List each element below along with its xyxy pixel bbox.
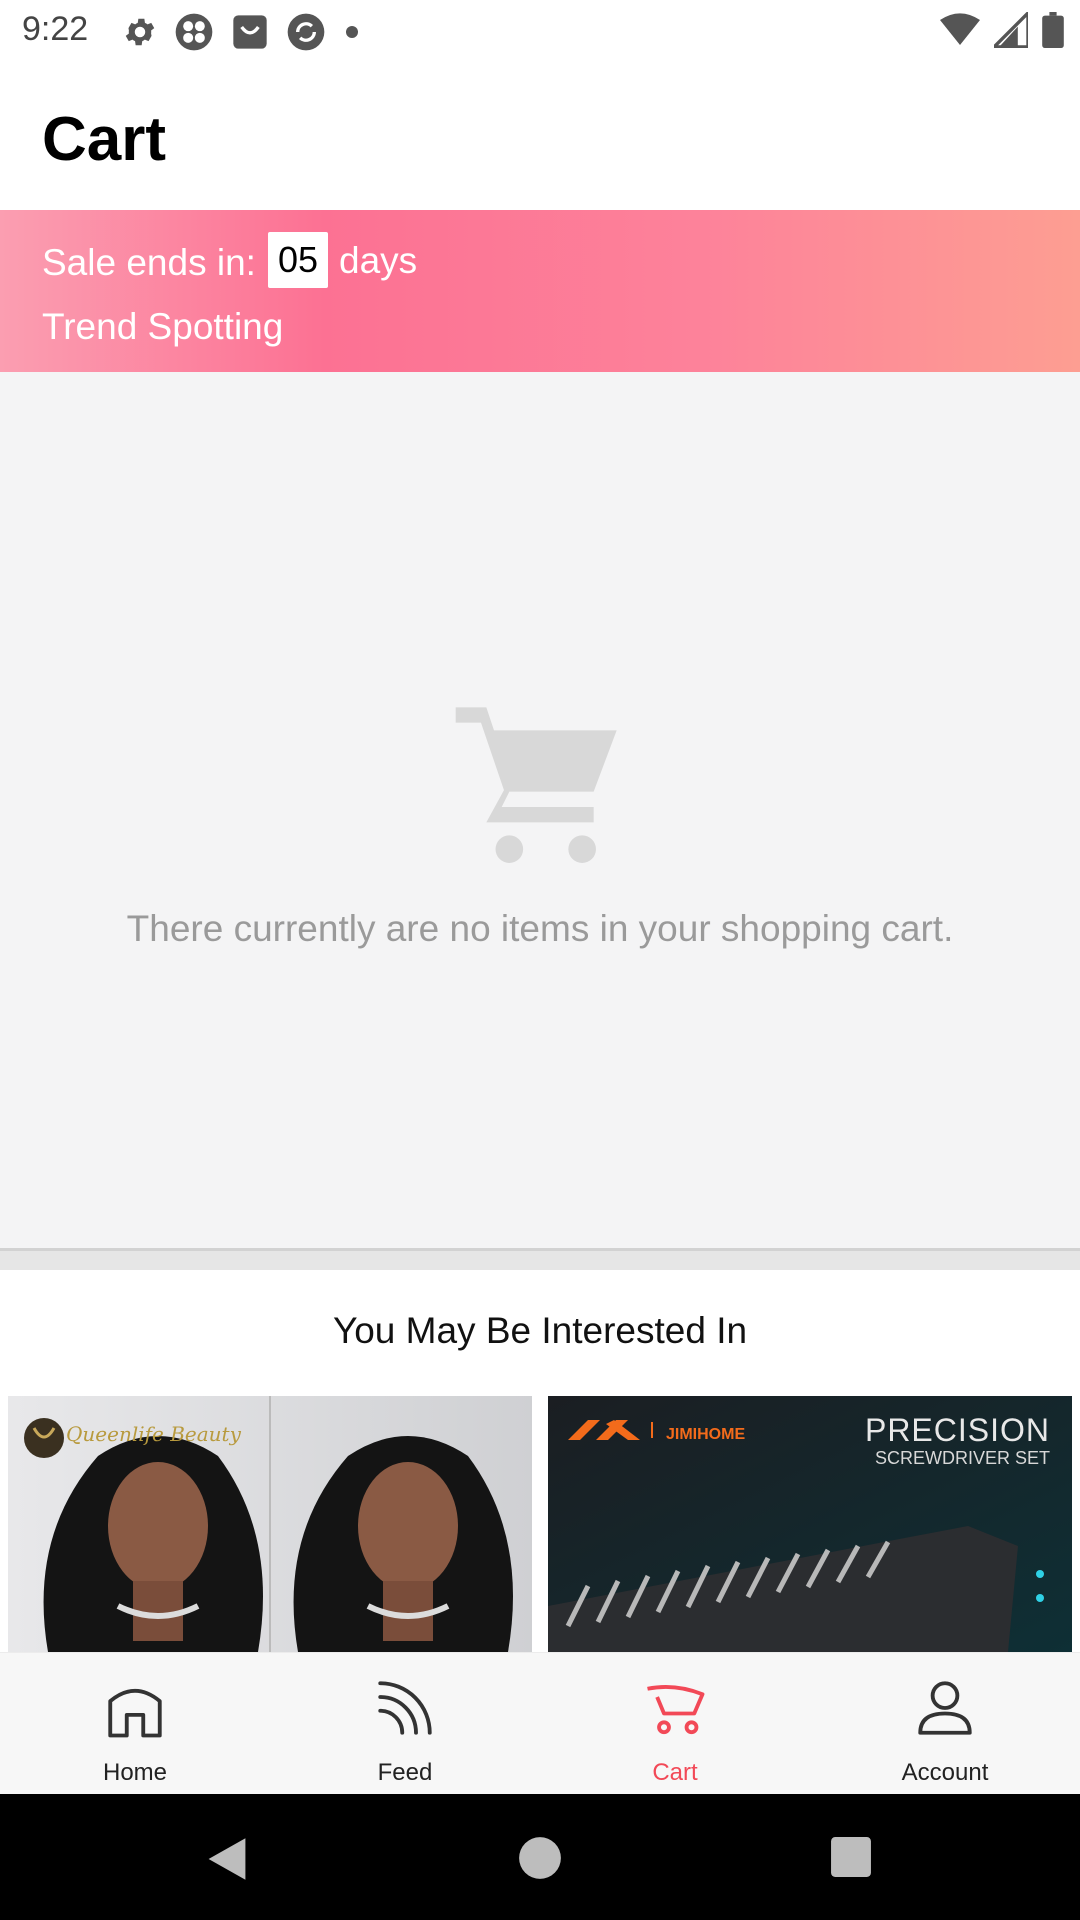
battery-icon [1042,12,1064,53]
empty-cart-area: There currently are no items in your sho… [0,372,1080,1248]
store-bag-icon [230,12,270,57]
status-icons-left [122,12,362,57]
nav-item-account[interactable]: Account [810,1653,1080,1795]
product-brand-logo: JIMIHOME [666,1426,746,1443]
product-card-screwdriver[interactable]: JIMIHOME PRECISION SCREWDRIVER SET [548,1396,1072,1652]
cart-icon [642,1675,708,1746]
nav-item-home[interactable]: Home [0,1653,270,1795]
page-title: Cart [42,105,167,174]
status-time: 9:22 [22,10,89,48]
feed-icon [372,1675,438,1746]
recents-icon[interactable] [830,1836,872,1883]
empty-cart-message: There currently are no items in your sho… [126,908,954,949]
home-icon [102,1675,168,1746]
nav-item-cart[interactable]: Cart [540,1653,810,1795]
recommendations-title: You May Be Interested In [332,1310,748,1351]
bottom-nav: Home Feed Cart Account [0,1652,1080,1795]
status-icons-right [940,8,1064,53]
gear-icon [122,14,158,55]
section-divider [0,1248,1080,1270]
wifi-icon [940,12,980,53]
home-circle-icon[interactable] [518,1836,562,1885]
sale-subtitle: Trend Spotting [42,306,284,347]
nav-label-cart: Cart [652,1759,698,1786]
pinwheel-icon [174,12,214,57]
product-brand-logo: Queenlife Beauty [66,1422,241,1446]
account-icon [912,1675,978,1746]
sale-label: Sale ends in: [42,242,256,283]
sale-days-label: days [339,240,418,281]
back-icon[interactable] [204,1836,250,1887]
status-bar: 9:22 [0,0,1080,64]
nav-label-account: Account [901,1759,989,1786]
shopping-cart-icon [448,692,632,881]
system-nav-bar [0,1794,1080,1920]
nav-item-feed[interactable]: Feed [270,1653,540,1795]
nav-label-home: Home [102,1759,168,1786]
header: Cart [0,64,1080,210]
nav-label-feed: Feed [377,1759,433,1786]
product-headline: PRECISION [864,1412,1050,1448]
product-subheadline: SCREWDRIVER SET [874,1448,1050,1468]
signal-icon [989,8,1030,53]
sync-icon [286,12,326,57]
sale-banner[interactable]: Sale ends in: 05 days Trend Spotting [0,210,1080,372]
product-card-hair[interactable]: Queenlife Beauty [8,1396,532,1652]
dot-icon [342,22,362,47]
sale-days-counter: 05 [268,232,328,288]
